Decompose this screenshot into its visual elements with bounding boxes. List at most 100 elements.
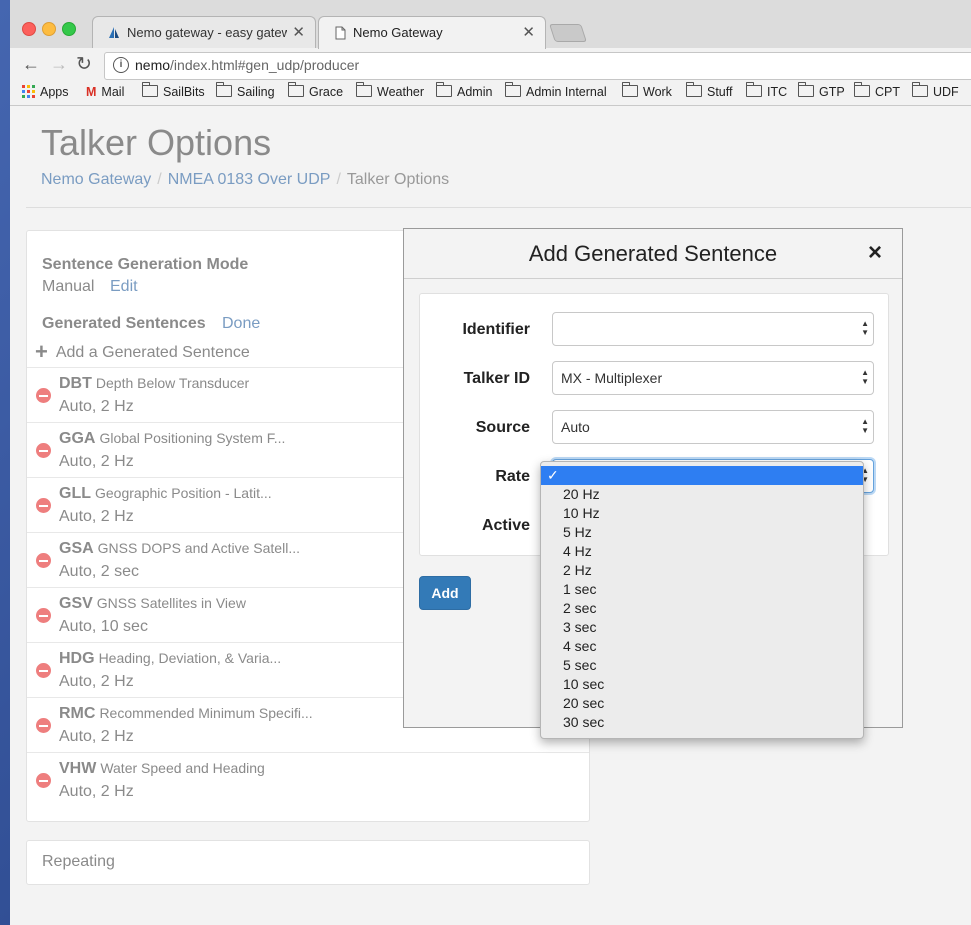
bookmark-grace[interactable]: Grace bbox=[288, 82, 343, 99]
identifier-select[interactable]: ▲ ▼ bbox=[552, 312, 874, 346]
rate-option[interactable]: 4 Hz bbox=[541, 542, 863, 561]
sentence-code: GLL bbox=[59, 485, 91, 502]
bookmark-label: Work bbox=[643, 85, 672, 99]
remove-icon[interactable] bbox=[36, 553, 51, 568]
minimize-window-button[interactable] bbox=[42, 22, 56, 36]
sentence-rate: Auto, 10 sec bbox=[59, 618, 148, 635]
sentence-desc: Recommended Minimum Specifi... bbox=[99, 705, 313, 721]
bookmark-udf[interactable]: UDF bbox=[912, 82, 959, 99]
remove-icon[interactable] bbox=[36, 388, 51, 403]
breadcrumb-nemo-gateway[interactable]: Nemo Gateway bbox=[41, 171, 151, 188]
generated-done-link[interactable]: Done bbox=[222, 315, 260, 333]
bookmark-label: SailBits bbox=[163, 85, 205, 99]
sailboat-favicon-icon bbox=[109, 27, 119, 38]
back-arrow-icon[interactable]: ← bbox=[22, 54, 40, 75]
rate-option[interactable]: 5 sec bbox=[541, 656, 863, 675]
rate-option-label: 20 Hz bbox=[563, 486, 600, 502]
select-arrows-icon: ▲ ▼ bbox=[861, 319, 869, 337]
add-button[interactable]: Add bbox=[419, 576, 471, 610]
bookmark-admin[interactable]: Admin bbox=[436, 82, 492, 99]
folder-icon bbox=[622, 82, 638, 97]
remove-icon[interactable] bbox=[36, 718, 51, 733]
url-path: /index.html#gen_udp/producer bbox=[170, 57, 360, 73]
bookmark-stuff[interactable]: Stuff bbox=[686, 82, 732, 99]
close-icon[interactable]: × bbox=[868, 239, 882, 267]
rate-option[interactable]: 4 sec bbox=[541, 637, 863, 656]
mode-value: Manual bbox=[42, 278, 95, 295]
rate-option[interactable]: 1 sec bbox=[541, 580, 863, 599]
rate-option-label: 10 Hz bbox=[563, 505, 600, 521]
reload-icon[interactable]: ↻ bbox=[76, 53, 92, 76]
bookmark-cpt[interactable]: CPT bbox=[854, 82, 900, 99]
active-label: Active bbox=[481, 517, 530, 534]
add-sentence-button[interactable]: + Add a Generated Sentence bbox=[35, 339, 250, 365]
rate-option-label: 2 sec bbox=[563, 600, 597, 616]
sentence-rate: Auto, 2 Hz bbox=[59, 673, 134, 690]
rate-option[interactable]: 30 sec bbox=[541, 713, 863, 732]
remove-icon[interactable] bbox=[36, 608, 51, 623]
repeating-panel[interactable]: Repeating bbox=[26, 840, 590, 885]
source-select[interactable]: Auto ▲ ▼ bbox=[552, 410, 874, 444]
rate-option[interactable]: 2 sec bbox=[541, 599, 863, 618]
talker-id-select[interactable]: MX - Multiplexer ▲ ▼ bbox=[552, 361, 874, 395]
divider bbox=[26, 207, 971, 208]
rate-option[interactable]: 5 Hz bbox=[541, 523, 863, 542]
close-window-button[interactable] bbox=[22, 22, 36, 36]
sentence-code: DBT bbox=[59, 375, 92, 392]
bookmark-weather[interactable]: Weather bbox=[356, 82, 424, 99]
sentence-rate: Auto, 2 Hz bbox=[59, 783, 134, 800]
mode-edit-link[interactable]: Edit bbox=[110, 278, 138, 296]
tab-nemo-gateway-easy[interactable]: Nemo gateway - easy gateway ✕ bbox=[92, 16, 316, 49]
bookmark-gtp[interactable]: GTP bbox=[798, 82, 845, 99]
maximize-window-button[interactable] bbox=[62, 22, 76, 36]
bookmark-sailing[interactable]: Sailing bbox=[216, 82, 275, 99]
bookmark-admin-internal[interactable]: Admin Internal bbox=[505, 82, 607, 99]
tab-nemo-gateway[interactable]: Nemo Gateway ✕ bbox=[318, 16, 546, 49]
sentence-rate: Auto, 2 Hz bbox=[59, 508, 134, 525]
close-tab-icon[interactable]: ✕ bbox=[292, 23, 305, 41]
breadcrumb-nmea-udp[interactable]: NMEA 0183 Over UDP bbox=[168, 171, 331, 188]
rate-option[interactable]: ✓ bbox=[541, 466, 863, 485]
rate-option[interactable]: 10 Hz bbox=[541, 504, 863, 523]
remove-icon[interactable] bbox=[36, 498, 51, 513]
bookmark-work[interactable]: Work bbox=[622, 82, 672, 99]
bookmark-mail[interactable]: M Mail bbox=[86, 85, 124, 99]
toolbar: ← → ↻ i nemo/index.html#gen_udp/producer bbox=[10, 48, 971, 81]
sentence-id: GGA Global Positioning System F... bbox=[59, 430, 285, 448]
rate-option[interactable]: 20 Hz bbox=[541, 485, 863, 504]
bookmark-itc[interactable]: ITC bbox=[746, 82, 787, 99]
remove-icon[interactable] bbox=[36, 663, 51, 678]
folder-icon bbox=[288, 82, 304, 97]
folder-icon bbox=[912, 82, 928, 97]
new-tab-button[interactable] bbox=[549, 24, 587, 42]
sentence-id: RMC Recommended Minimum Specifi... bbox=[59, 705, 313, 723]
modal-title: Add Generated Sentence bbox=[528, 241, 778, 266]
rate-option[interactable]: 3 sec bbox=[541, 618, 863, 637]
bookmark-sailbits[interactable]: SailBits bbox=[142, 82, 205, 99]
address-bar[interactable]: i nemo/index.html#gen_udp/producer bbox=[104, 52, 971, 80]
bookmark-label: Mail bbox=[101, 85, 125, 99]
rate-option[interactable]: 10 sec bbox=[541, 675, 863, 694]
sentence-id: GSA GNSS DOPS and Active Satell... bbox=[59, 540, 300, 558]
sentence-code: RMC bbox=[59, 705, 96, 722]
breadcrumb: Nemo Gateway / NMEA 0183 Over UDP / Talker O… bbox=[41, 171, 449, 189]
sentence-code: GSA bbox=[59, 540, 94, 557]
close-tab-icon[interactable]: ✕ bbox=[522, 23, 535, 41]
bookmark-label: GTP bbox=[819, 85, 845, 99]
checkmark-icon: ✓ bbox=[547, 467, 559, 483]
bookmark-apps[interactable]: Apps bbox=[22, 85, 69, 99]
rate-label: Rate bbox=[495, 468, 530, 485]
sentence-row[interactable]: VHW Water Speed and Heading Auto, 2 Hz bbox=[27, 752, 589, 808]
info-icon[interactable]: i bbox=[113, 57, 129, 73]
sentence-desc: Water Speed and Heading bbox=[100, 760, 265, 776]
folder-icon bbox=[356, 82, 372, 97]
forward-arrow-icon[interactable]: → bbox=[50, 54, 68, 75]
page-title: Talker Options bbox=[41, 122, 272, 163]
folder-icon bbox=[436, 82, 452, 97]
rate-option[interactable]: 2 Hz bbox=[541, 561, 863, 580]
rate-option[interactable]: 20 sec bbox=[541, 694, 863, 713]
remove-icon[interactable] bbox=[36, 773, 51, 788]
remove-icon[interactable] bbox=[36, 443, 51, 458]
rate-dropdown-menu: ✓ 20 Hz 10 Hz 5 Hz 4 Hz 2 Hz 1 sec 2 sec… bbox=[540, 461, 864, 739]
repeating-label: Repeating bbox=[42, 853, 115, 870]
